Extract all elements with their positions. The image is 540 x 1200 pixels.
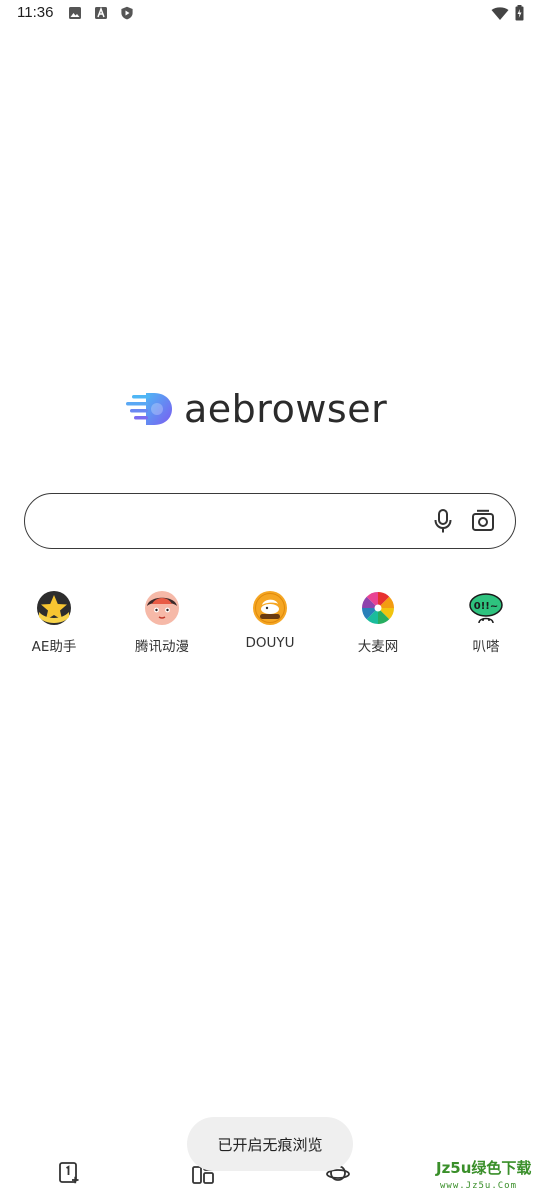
douyu-icon — [253, 591, 287, 625]
battery-charging-icon — [515, 5, 524, 21]
aebrowser-logo-text: aebrowser — [184, 387, 388, 431]
search-input[interactable] — [45, 504, 429, 540]
shortcut-label: 大麦网 — [357, 639, 399, 655]
search-box[interactable] — [24, 493, 516, 549]
toast-text: 已开启无痕浏览 — [217, 1135, 323, 1154]
status-bar: 11:36 — [0, 0, 540, 28]
damai-icon — [362, 592, 394, 624]
status-time: 11:36 — [17, 4, 54, 21]
shortcut-bada[interactable]: 0!!~ 叭嗒 — [432, 590, 540, 655]
bada-icon: 0!!~ — [469, 593, 503, 624]
tencent-comic-icon — [145, 591, 179, 625]
status-system-icons — [491, 5, 524, 21]
new-tab-icon[interactable] — [57, 1161, 81, 1185]
watermark-sub: www.Jz5u.Com — [440, 1181, 518, 1191]
incognito-toast: 已开启无痕浏览 — [187, 1117, 353, 1171]
shortcut-damai[interactable]: 大麦网 — [324, 590, 432, 655]
shortcut-ae-assistant[interactable]: AE助手 — [0, 590, 108, 655]
a-square-icon — [95, 6, 107, 19]
aebrowser-logo: aebrowser — [124, 387, 414, 431]
aebrowser-logo-mark-icon — [126, 393, 172, 425]
shortcut-label: 腾讯动漫 — [135, 639, 189, 655]
camera-scan-icon[interactable] — [471, 509, 495, 533]
shortcut-tencent-comic[interactable]: 腾讯动漫 — [108, 590, 216, 655]
ae-assistant-icon — [37, 591, 71, 625]
microphone-icon[interactable] — [431, 508, 455, 534]
shortcut-label: 叭嗒 — [472, 639, 500, 655]
shield-play-icon — [121, 6, 133, 20]
shortcut-grid: AE助手 腾讯动漫 DOUYU 大麦网 0!!~ 叭嗒 — [0, 590, 540, 660]
wifi-icon — [491, 6, 509, 20]
watermark-main: Jz5u绿色下载 — [436, 1159, 532, 1177]
svg-text:0!!~: 0!!~ — [474, 601, 498, 612]
status-notification-icons — [68, 6, 134, 20]
shortcut-label: AE助手 — [31, 639, 77, 655]
image-icon — [69, 7, 81, 19]
watermark: Jz5u绿色下载 www.Jz5u.Com — [436, 1157, 532, 1197]
shortcut-douyu[interactable]: DOUYU — [216, 590, 324, 651]
shortcut-label: DOUYU — [245, 635, 295, 651]
